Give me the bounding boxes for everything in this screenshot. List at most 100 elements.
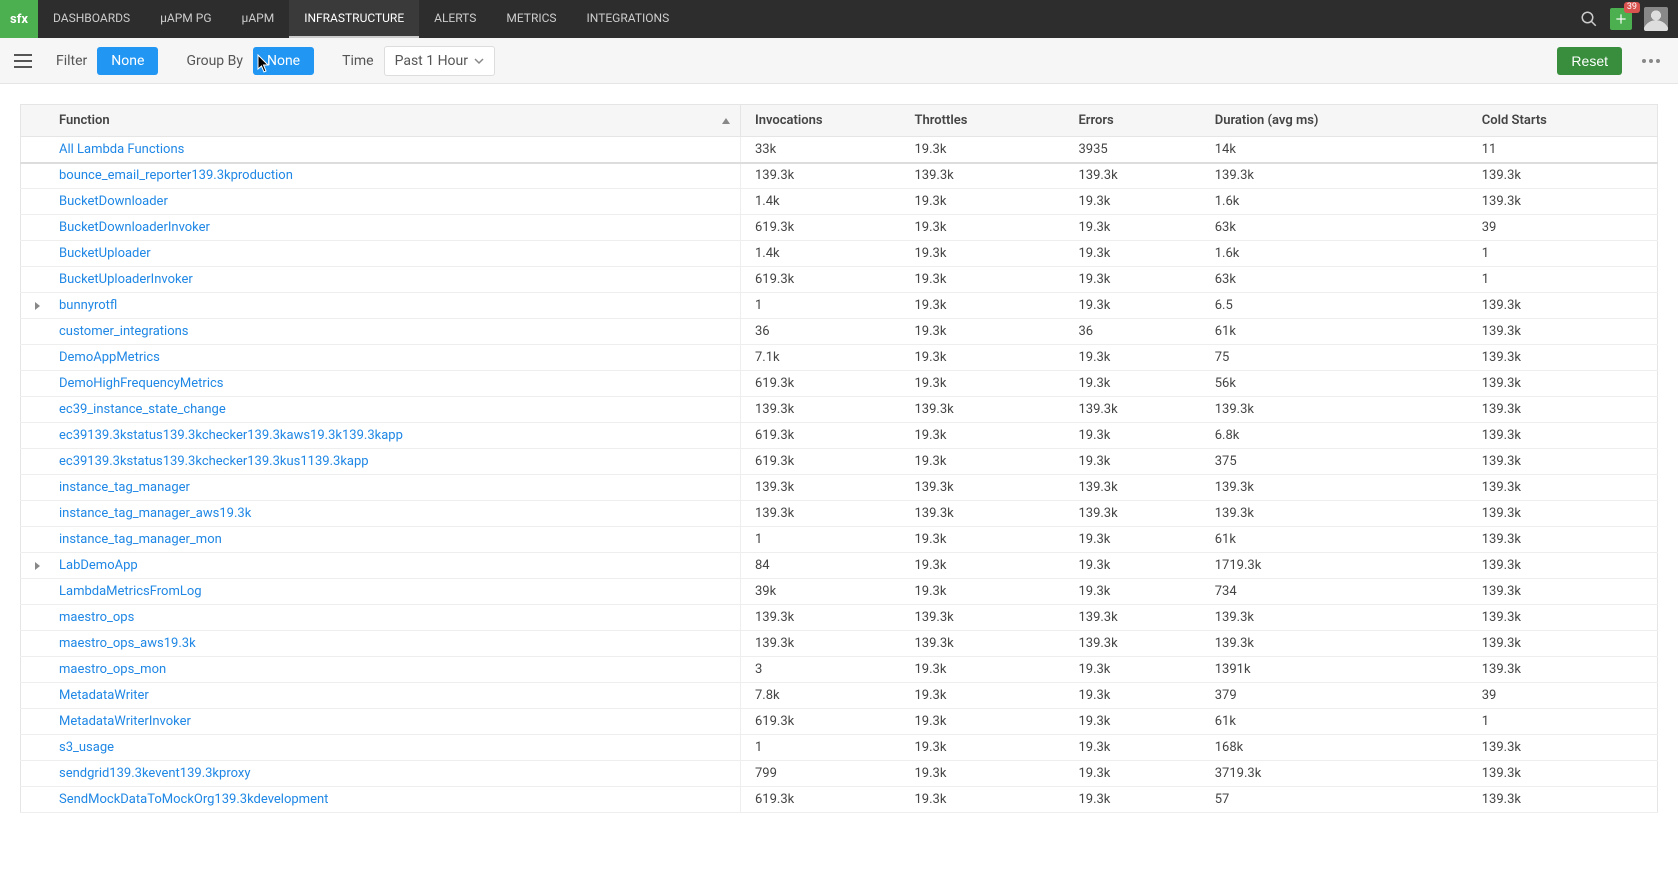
expand-caret-icon[interactable] — [35, 562, 40, 570]
function-link[interactable]: LambdaMetricsFromLog — [59, 584, 202, 599]
cell-errors: 139.3k — [1064, 397, 1200, 423]
hamburger-icon[interactable] — [14, 54, 38, 68]
cell-errors: 19.3k — [1064, 709, 1200, 735]
cell-duration: 14k — [1201, 137, 1468, 163]
table-row: BucketDownloader1.4k19.3k19.3k1.6k139.3k — [21, 189, 1658, 215]
cell-duration: 139.3k — [1201, 605, 1468, 631]
function-link[interactable]: SendMockDataToMockOrg139.3kdevelopment — [59, 792, 328, 807]
function-link[interactable]: BucketUploaderInvoker — [59, 272, 193, 287]
cell-throttles: 19.3k — [901, 553, 1065, 579]
table-row: All Lambda Functions33k19.3k393514k11 — [21, 137, 1658, 163]
function-link[interactable]: ec39139.3kstatus139.3kchecker139.3kus113… — [59, 454, 369, 469]
function-link[interactable]: customer_integrations — [59, 324, 189, 339]
nav-item-infrastructure[interactable]: INFRASTRUCTURE — [289, 0, 419, 38]
nav-item-integrations[interactable]: INTEGRATIONS — [572, 0, 685, 38]
cell-duration: 63k — [1201, 215, 1468, 241]
groupby-value-pill[interactable]: None — [253, 47, 314, 75]
cell-coldstarts: 139.3k — [1468, 345, 1658, 371]
cell-invocations: 139.3k — [741, 475, 901, 501]
cell-errors: 19.3k — [1064, 657, 1200, 683]
cell-invocations: 619.3k — [741, 787, 901, 813]
table-row: sendgrid139.3kevent139.3kproxy79919.3k19… — [21, 761, 1658, 787]
create-button[interactable]: 39 — [1610, 8, 1632, 30]
cell-duration: 6.5 — [1201, 293, 1468, 319]
filter-value-pill[interactable]: None — [97, 47, 158, 75]
cell-duration: 63k — [1201, 267, 1468, 293]
cell-errors: 19.3k — [1064, 215, 1200, 241]
cell-duration: 61k — [1201, 319, 1468, 345]
cell-errors: 139.3k — [1064, 631, 1200, 657]
table-row: MetadataWriter7.8k19.3k19.3k37939 — [21, 683, 1658, 709]
table-row: ec39_instance_state_change139.3k139.3k13… — [21, 397, 1658, 423]
nav-item--apm[interactable]: µAPM — [227, 0, 290, 38]
cell-coldstarts: 139.3k — [1468, 735, 1658, 761]
expand-caret-icon[interactable] — [35, 302, 40, 310]
function-link[interactable]: maestro_ops_mon — [59, 662, 166, 677]
cell-function: DemoHighFrequencyMetrics — [21, 371, 741, 397]
function-link[interactable]: sendgrid139.3kevent139.3kproxy — [59, 766, 250, 781]
function-link[interactable]: MetadataWriterInvoker — [59, 714, 191, 729]
function-link[interactable]: BucketUploader — [59, 246, 151, 261]
function-link[interactable]: ec39_instance_state_change — [59, 402, 226, 417]
function-link[interactable]: s3_usage — [59, 740, 114, 755]
avatar[interactable] — [1644, 7, 1668, 31]
cell-invocations: 619.3k — [741, 449, 901, 475]
function-link[interactable]: instance_tag_manager_mon — [59, 532, 222, 547]
cell-coldstarts: 1 — [1468, 241, 1658, 267]
cell-invocations: 1 — [741, 735, 901, 761]
function-link[interactable]: maestro_ops — [59, 610, 134, 625]
function-link[interactable]: BucketDownloader — [59, 194, 168, 209]
table-row: DemoHighFrequencyMetrics619.3k19.3k19.3k… — [21, 371, 1658, 397]
cell-errors: 19.3k — [1064, 267, 1200, 293]
cell-function: instance_tag_manager_mon — [21, 527, 741, 553]
function-link[interactable]: DemoHighFrequencyMetrics — [59, 376, 224, 391]
function-link[interactable]: ec39139.3kstatus139.3kchecker139.3kaws19… — [59, 428, 403, 443]
cell-coldstarts: 139.3k — [1468, 787, 1658, 813]
table-row: ec39139.3kstatus139.3kchecker139.3kus113… — [21, 449, 1658, 475]
cell-function: All Lambda Functions — [21, 137, 741, 163]
table-row: BucketDownloaderInvoker619.3k19.3k19.3k6… — [21, 215, 1658, 241]
function-link[interactable]: MetadataWriter — [59, 688, 149, 703]
function-link[interactable]: maestro_ops_aws19.3k — [59, 636, 196, 651]
cell-invocations: 1.4k — [741, 189, 901, 215]
nav-item-alerts[interactable]: ALERTS — [419, 0, 491, 38]
cell-duration: 375 — [1201, 449, 1468, 475]
cell-duration: 61k — [1201, 709, 1468, 735]
reset-button[interactable]: Reset — [1557, 47, 1622, 75]
table-body: All Lambda Functions33k19.3k393514k11 bou… — [21, 137, 1658, 813]
brand-logo[interactable]: sfx — [0, 0, 38, 38]
nav-item-metrics[interactable]: METRICS — [491, 0, 571, 38]
cell-duration: 56k — [1201, 371, 1468, 397]
function-link[interactable]: instance_tag_manager — [59, 480, 190, 495]
function-link[interactable]: instance_tag_manager_aws19.3k — [59, 506, 251, 521]
cell-duration: 139.3k — [1201, 475, 1468, 501]
cell-invocations: 84 — [741, 553, 901, 579]
col-header-invocations[interactable]: Invocations — [741, 105, 901, 137]
col-header-errors[interactable]: Errors — [1064, 105, 1200, 137]
cell-function: LabDemoApp — [21, 553, 741, 579]
col-header-function[interactable]: Function — [21, 105, 741, 137]
nav-item-dashboards[interactable]: DASHBOARDS — [38, 0, 145, 38]
function-link[interactable]: DemoAppMetrics — [59, 350, 160, 365]
function-link[interactable]: bounce_email_reporter139.3kproduction — [59, 168, 293, 183]
cell-function: LambdaMetricsFromLog — [21, 579, 741, 605]
table-row: SendMockDataToMockOrg139.3kdevelopment 61… — [21, 787, 1658, 813]
col-header-throttles[interactable]: Throttles — [901, 105, 1065, 137]
table-row: instance_tag_manager_mon119.3k19.3k61k13… — [21, 527, 1658, 553]
more-options-icon[interactable] — [1638, 55, 1664, 67]
search-icon[interactable] — [1580, 10, 1598, 28]
cell-invocations: 7.1k — [741, 345, 901, 371]
function-link[interactable]: All Lambda Functions — [59, 142, 184, 157]
nav-item--apm-pg[interactable]: µAPM PG — [145, 0, 226, 38]
function-link[interactable]: LabDemoApp — [59, 558, 138, 573]
function-link[interactable]: bunnyrotfl — [59, 298, 117, 313]
col-header-coldstarts[interactable]: Cold Starts — [1468, 105, 1658, 137]
time-select[interactable]: Past 1 Hour — [384, 46, 495, 76]
col-header-duration[interactable]: Duration (avg ms) — [1201, 105, 1468, 137]
cell-invocations: 139.3k — [741, 501, 901, 527]
table-row: bunnyrotfl119.3k19.3k6.5139.3k — [21, 293, 1658, 319]
cell-function: instance_tag_manager_aws19.3k — [21, 501, 741, 527]
cell-duration: 379 — [1201, 683, 1468, 709]
filter-bar: Filter None Group By None Time Past 1 Ho… — [0, 38, 1678, 84]
function-link[interactable]: BucketDownloaderInvoker — [59, 220, 210, 235]
